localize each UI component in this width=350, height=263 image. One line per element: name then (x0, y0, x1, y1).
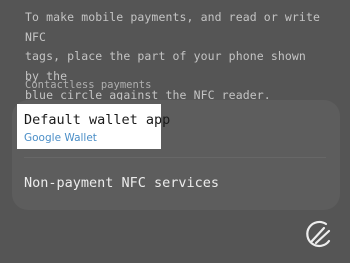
divider (24, 157, 326, 158)
default-wallet-app-title: Default wallet app (24, 112, 171, 128)
contactless-payments-header: Contactless payments (25, 79, 152, 91)
non-payment-nfc-services-item[interactable]: Non-payment NFC services (24, 175, 219, 191)
default-wallet-app-value: Google Wallet (24, 132, 97, 144)
instruction-line: To make mobile payments, and read or wri… (25, 10, 320, 44)
site-logo-icon (306, 220, 331, 248)
